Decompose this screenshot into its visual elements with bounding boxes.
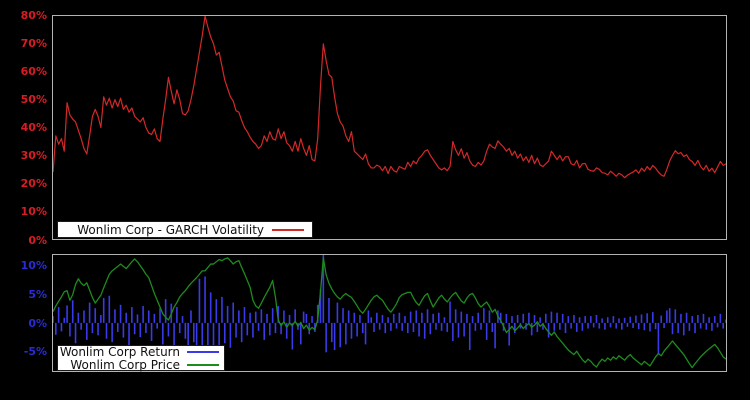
ytick-label-50%: 50%: [2, 93, 47, 106]
price-legend-line-sample: [187, 364, 219, 366]
volatility-plot: [53, 16, 726, 239]
ytick-label--5%: -5%: [2, 345, 47, 358]
ytick-label-60%: 60%: [2, 65, 47, 78]
volatility-panel: [52, 15, 727, 240]
ytick-label-70%: 70%: [2, 37, 47, 50]
return-legend-line-sample: [187, 351, 219, 353]
legend-row-return: Wonlim Corp Return: [58, 346, 224, 358]
ytick-label-10%: 10%: [2, 259, 47, 272]
volatility-legend-line-sample: [272, 229, 304, 231]
ytick-label-0%: 0%: [2, 234, 47, 247]
ytick-label-40%: 40%: [2, 121, 47, 134]
legend-row-price: Wonlim Corp Price: [58, 359, 224, 371]
return-legend-label: Wonlim Corp Return: [60, 346, 180, 358]
ytick-label-0%: 0%: [2, 317, 47, 330]
ytick-label-10%: 10%: [2, 205, 47, 218]
volatility-legend-label: Wonlim Corp - GARCH Volatility: [77, 224, 264, 236]
return-price-legend: Wonlim Corp Return Wonlim Corp Price: [57, 345, 225, 371]
ytick-label-80%: 80%: [2, 9, 47, 22]
garch-figure: 0% 10% 20% 30% 40% 50% 60% 70% 80% Wonlim Corp -…: [0, 0, 750, 400]
ytick-label-20%: 20%: [2, 177, 47, 190]
ytick-label-5%: 5%: [2, 288, 47, 301]
price-legend-label: Wonlim Corp Price: [70, 359, 180, 371]
ytick-label-30%: 30%: [2, 149, 47, 162]
volatility-legend: Wonlim Corp - GARCH Volatility: [57, 221, 313, 238]
